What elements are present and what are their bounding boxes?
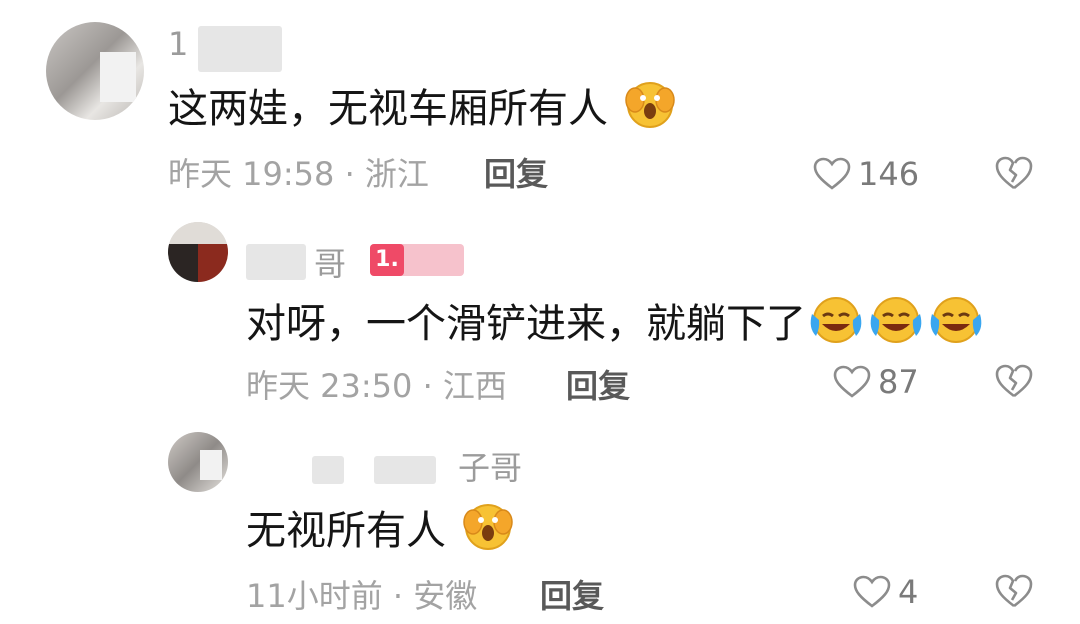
username[interactable]: 1 — [168, 24, 188, 64]
scared-face-icon — [459, 502, 517, 564]
username[interactable]: 子哥 — [458, 448, 522, 488]
like-count: 4 — [898, 573, 919, 611]
crying-laughing-face-icon — [866, 294, 926, 358]
comment-text: 无视所有人 — [246, 502, 517, 564]
comment-text: 这两娃，无视车厢所有人 — [168, 80, 679, 142]
like-button[interactable]: 4 — [852, 572, 918, 612]
crying-laughing-face-icon — [926, 294, 986, 358]
comment-text-content: 无视所有人 — [246, 508, 446, 554]
avatar[interactable] — [168, 222, 228, 282]
comment-meta: 11小时前 · 安徽 — [246, 577, 478, 615]
like-count: 87 — [878, 363, 919, 401]
avatar[interactable] — [168, 432, 228, 492]
reply-button[interactable]: 回复 — [484, 154, 548, 194]
comment-text-content: 这两娃，无视车厢所有人 — [168, 86, 608, 132]
broken-heart-icon[interactable] — [994, 362, 1034, 400]
like-button[interactable]: 146 — [812, 154, 919, 194]
scared-face-icon — [621, 80, 679, 142]
emoji-group — [806, 297, 986, 347]
comment-text-content: 对呀，一个滑铲进来，就躺下了 — [246, 301, 806, 347]
broken-heart-icon[interactable] — [994, 154, 1034, 192]
level-label: 1. — [370, 244, 404, 276]
crying-laughing-face-icon — [806, 294, 866, 358]
heart-icon — [813, 157, 851, 190]
reply-button[interactable]: 回复 — [540, 576, 604, 616]
heart-icon — [853, 575, 891, 608]
like-button[interactable]: 87 — [832, 362, 919, 402]
comment-meta: 昨天 23:50 · 江西 — [246, 367, 507, 405]
username[interactable]: 哥 — [314, 244, 346, 284]
username-redaction — [312, 456, 344, 484]
heart-icon — [833, 365, 871, 398]
like-count: 146 — [858, 155, 920, 193]
comment-meta: 昨天 19:58 · 浙江 — [168, 155, 429, 193]
comment-text: 对呀，一个滑铲进来，就躺下了 — [246, 294, 986, 358]
avatar[interactable] — [46, 22, 144, 120]
reply-button[interactable]: 回复 — [566, 366, 630, 406]
username-redaction — [198, 26, 282, 72]
level-badge: 1. — [370, 244, 464, 276]
username-redaction — [246, 244, 306, 280]
broken-heart-icon[interactable] — [994, 572, 1034, 610]
username-redaction — [374, 456, 436, 484]
